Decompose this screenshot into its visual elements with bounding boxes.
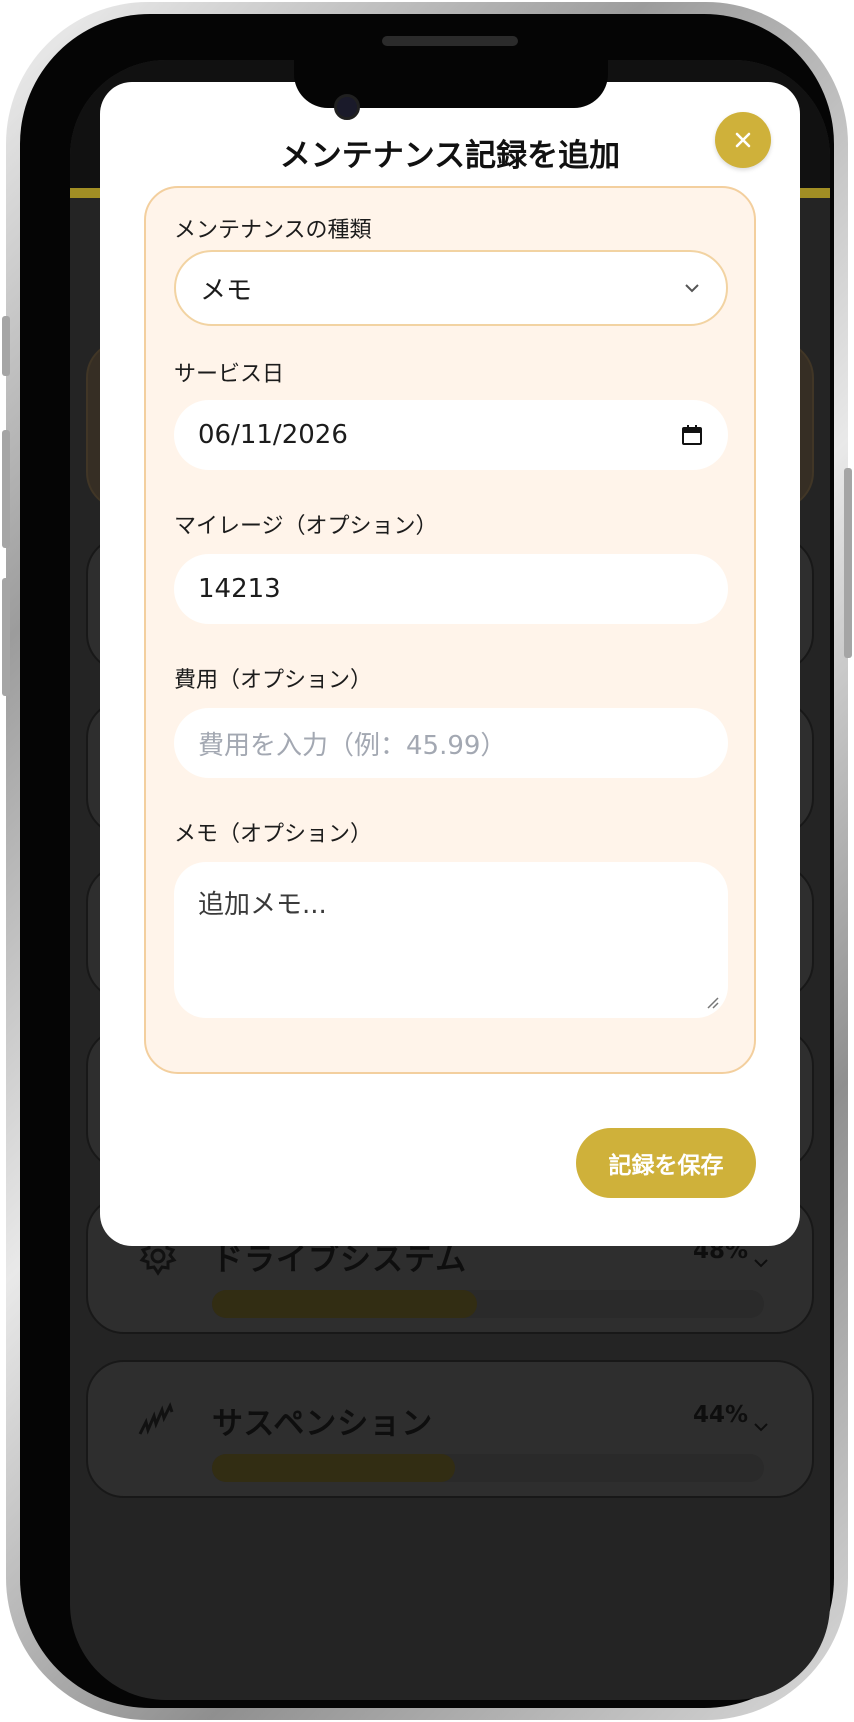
type-label: メンテナンスの種類 [174,218,372,243]
notes-textarea[interactable]: 追加メモ... [174,862,728,1018]
cost-label: 費用（オプション） [174,668,373,693]
phone-frame: ドライブシステム 48% サスペンション 44% メンテナンス記録を追加 メンテ… [2,2,852,1720]
date-value: 06/11/2026 [198,420,348,450]
power-button [844,468,852,658]
type-value: メモ [200,275,253,306]
notes-label: メモ（オプション） [174,822,373,847]
mileage-input[interactable]: 14213 [174,554,728,624]
cost-input[interactable]: 費用を入力（例：45.99） [174,708,728,778]
add-maintenance-modal: メンテナンス記録を追加 メンテナンスの種類 メモ サービス日 06/11/202… [100,82,800,1246]
resize-handle-icon[interactable] [704,994,720,1010]
screen: ドライブシステム 48% サスペンション 44% メンテナンス記録を追加 メンテ… [70,60,830,1700]
volume-down-button [2,578,10,696]
front-camera [334,94,360,120]
mileage-label: マイレージ（オプション） [174,514,438,539]
service-date-input[interactable]: 06/11/2026 [174,400,728,470]
volume-up-button [2,430,10,548]
date-label: サービス日 [174,362,285,387]
maintenance-type-select[interactable]: メモ [174,250,728,326]
mileage-value: 14213 [198,574,281,604]
mute-switch [2,316,10,376]
modal-title: メンテナンス記録を追加 [279,138,621,174]
notes-placeholder: 追加メモ... [198,890,327,920]
calendar-icon[interactable] [680,423,704,447]
close-icon [735,132,751,148]
phone-bezel: ドライブシステム 48% サスペンション 44% メンテナンス記録を追加 メンテ… [20,14,834,1708]
form-panel: メンテナンスの種類 メモ サービス日 06/11/2026 マイレージ（オプショ… [144,186,756,1074]
chevron-down-icon [685,284,699,293]
close-button[interactable] [715,112,771,168]
speaker-grille [382,36,518,46]
save-record-button[interactable]: 記録を保存 [576,1128,756,1198]
cost-placeholder: 費用を入力（例：45.99） [198,730,507,761]
